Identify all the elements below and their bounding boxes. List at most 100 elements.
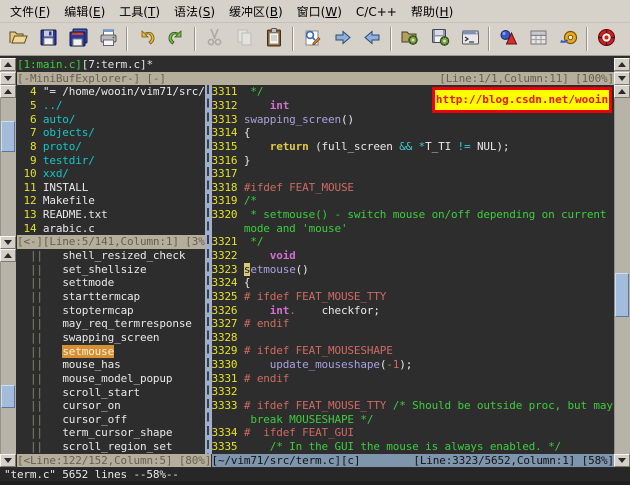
taglist-row[interactable]: || shell_resized_check: [17, 249, 205, 263]
explorer-row[interactable]: 10 xxd/: [17, 167, 205, 181]
code-row[interactable]: mode and 'mouse': [212, 222, 615, 236]
file-explorer-scrollbar[interactable]: [0, 85, 16, 249]
explorer-row[interactable]: 11 INSTALL: [17, 181, 205, 195]
make-button[interactable]: [495, 26, 521, 52]
build-tags-button[interactable]: [525, 26, 551, 52]
tag-mouse_has[interactable]: mouse_has: [62, 358, 120, 371]
tag-scroll_region_set[interactable]: scroll_region_set: [62, 440, 172, 453]
code-row[interactable]: 3323 setmouse(): [212, 263, 615, 277]
taglist-row[interactable]: || may_req_termresponse: [17, 317, 205, 331]
explorer-row[interactable]: 5 ../: [17, 99, 205, 113]
code-window[interactable]: 3311 */3312 int3313 swapping_screen()331…: [212, 85, 615, 454]
tag-set_shellsize[interactable]: set_shellsize: [62, 263, 146, 276]
menu-h[interactable]: 帮助(H): [404, 0, 460, 23]
scrollbar-thumb[interactable]: [1, 121, 15, 152]
taglist-row[interactable]: || cursor_off: [17, 413, 205, 427]
scroll-up-arrow-icon[interactable]: [0, 58, 16, 71]
explorer-row[interactable]: 8 proto/: [17, 140, 205, 154]
scroll-up-arrow-icon[interactable]: [614, 85, 630, 98]
code-row[interactable]: 3333 # ifdef FEAT_MOUSE_TTY /* Should be…: [212, 399, 615, 413]
save-button[interactable]: [35, 26, 61, 52]
code-row[interactable]: 3321 */: [212, 235, 615, 249]
code-window-scrollbar[interactable]: [614, 85, 630, 467]
tag-scroll_start[interactable]: scroll_start: [62, 386, 140, 399]
find-replace-button[interactable]: [299, 26, 325, 52]
code-row[interactable]: 3319 /*: [212, 194, 615, 208]
save-all-button[interactable]: [65, 26, 91, 52]
code-row[interactable]: 3316 }: [212, 154, 615, 168]
code-row[interactable]: 3328: [212, 331, 615, 345]
scroll-down-arrow-icon[interactable]: [614, 454, 630, 467]
explorer-entry[interactable]: ../: [43, 99, 62, 112]
scroll-down-arrow-icon[interactable]: [0, 236, 16, 249]
tag-may_req_termresponse[interactable]: may_req_termresponse: [62, 317, 191, 330]
menu-w[interactable]: 窗口(W): [290, 0, 349, 23]
explorer-row[interactable]: 13 README.txt: [17, 208, 205, 222]
menu-f[interactable]: 文件(F): [3, 0, 57, 23]
tag-shell_resized_check[interactable]: shell_resized_check: [62, 249, 185, 262]
code-row[interactable]: 3314 {: [212, 126, 615, 140]
explorer-row[interactable]: 6 auto/: [17, 113, 205, 127]
code-row[interactable]: 3326 int. checkfor;: [212, 304, 615, 318]
scroll-up-arrow-icon[interactable]: [0, 85, 16, 98]
explorer-row[interactable]: 9 testdir/: [17, 154, 205, 168]
buffer-tab-7term.c[interactable]: [7:term.c]*: [82, 58, 153, 71]
taglist-row[interactable]: || set_shellsize: [17, 263, 205, 277]
help-button[interactable]: [593, 26, 619, 52]
scrollbar-thumb[interactable]: [615, 273, 629, 317]
menu-c/c++[interactable]: C/C++: [349, 0, 404, 23]
scroll-down-arrow-icon[interactable]: [0, 454, 16, 467]
explorer-entry[interactable]: testdir/: [43, 154, 95, 167]
menu-b[interactable]: 缓冲区(B): [222, 0, 290, 23]
explorer-entry[interactable]: proto/: [43, 140, 82, 153]
find-next-button[interactable]: [329, 26, 355, 52]
scroll-down-arrow-icon[interactable]: [614, 72, 630, 85]
code-row[interactable]: 3324 {: [212, 276, 615, 290]
tag-starttermcap[interactable]: starttermcap: [62, 290, 140, 303]
buffer-tab-1main.c[interactable]: [1:main.c]: [17, 58, 82, 71]
code-row[interactable]: 3334 # ifdef FEAT_GUI: [212, 426, 615, 440]
minibufexplorer-right-scrollbar[interactable]: [614, 58, 630, 85]
undo-button[interactable]: [133, 26, 159, 52]
code-row[interactable]: 3313 swapping_screen(): [212, 113, 615, 127]
redo-button[interactable]: [163, 26, 189, 52]
code-row[interactable]: break MOUSESHAPE */: [212, 413, 615, 427]
code-row[interactable]: 3322 void: [212, 249, 615, 263]
taglist-scrollbar[interactable]: [0, 249, 16, 467]
code-row[interactable]: 3317: [212, 167, 615, 181]
explorer-entry[interactable]: README.txt: [43, 208, 108, 221]
menu-t[interactable]: 工具(T): [112, 0, 167, 23]
scrollbar-thumb[interactable]: [1, 385, 15, 408]
explorer-row[interactable]: 12 Makefile: [17, 194, 205, 208]
taglist-row[interactable]: || setmouse: [17, 345, 205, 359]
paste-button[interactable]: [261, 26, 287, 52]
taglist-row[interactable]: || cursor_on: [17, 399, 205, 413]
print-button[interactable]: [95, 26, 121, 52]
find-prev-button[interactable]: [359, 26, 385, 52]
open-button[interactable]: [5, 26, 31, 52]
taglist-row[interactable]: || scroll_region_set: [17, 440, 205, 454]
menu-s[interactable]: 语法(S): [167, 0, 222, 23]
explorer-row[interactable]: 4 "= /home/wooin/vim71/src/: [17, 85, 205, 99]
code-row[interactable]: 3332: [212, 385, 615, 399]
tag-mouse_model_popup[interactable]: mouse_model_popup: [62, 372, 172, 385]
explorer-entry[interactable]: Makefile: [43, 194, 95, 207]
explorer-entry[interactable]: objects/: [43, 126, 95, 139]
scroll-down-arrow-icon[interactable]: [0, 72, 16, 85]
explorer-entry[interactable]: INSTALL: [43, 181, 88, 194]
explorer-entry[interactable]: auto/: [43, 113, 75, 126]
tag-swapping_screen[interactable]: swapping_screen: [62, 331, 159, 344]
save-session-button[interactable]: [427, 26, 453, 52]
code-row[interactable]: 3330 update_mouseshape(-1);: [212, 358, 615, 372]
tag-stoptermcap[interactable]: stoptermcap: [62, 304, 133, 317]
code-row[interactable]: 3335 /* In the GUI the mouse is always e…: [212, 440, 615, 454]
taglist-row[interactable]: || mouse_model_popup: [17, 372, 205, 386]
code-row[interactable]: 3329 # ifdef FEAT_MOUSESHAPE: [212, 344, 615, 358]
tag-settmode[interactable]: settmode: [62, 276, 114, 289]
scroll-up-arrow-icon[interactable]: [614, 58, 630, 71]
explorer-entry[interactable]: arabic.c: [43, 222, 95, 235]
taglist-row[interactable]: || term_cursor_shape: [17, 426, 205, 440]
code-row[interactable]: 3331 # endif: [212, 372, 615, 386]
explorer-row[interactable]: 14 arabic.c: [17, 222, 205, 236]
code-row[interactable]: 3320 * setmouse() - switch mouse on/off …: [212, 208, 615, 222]
